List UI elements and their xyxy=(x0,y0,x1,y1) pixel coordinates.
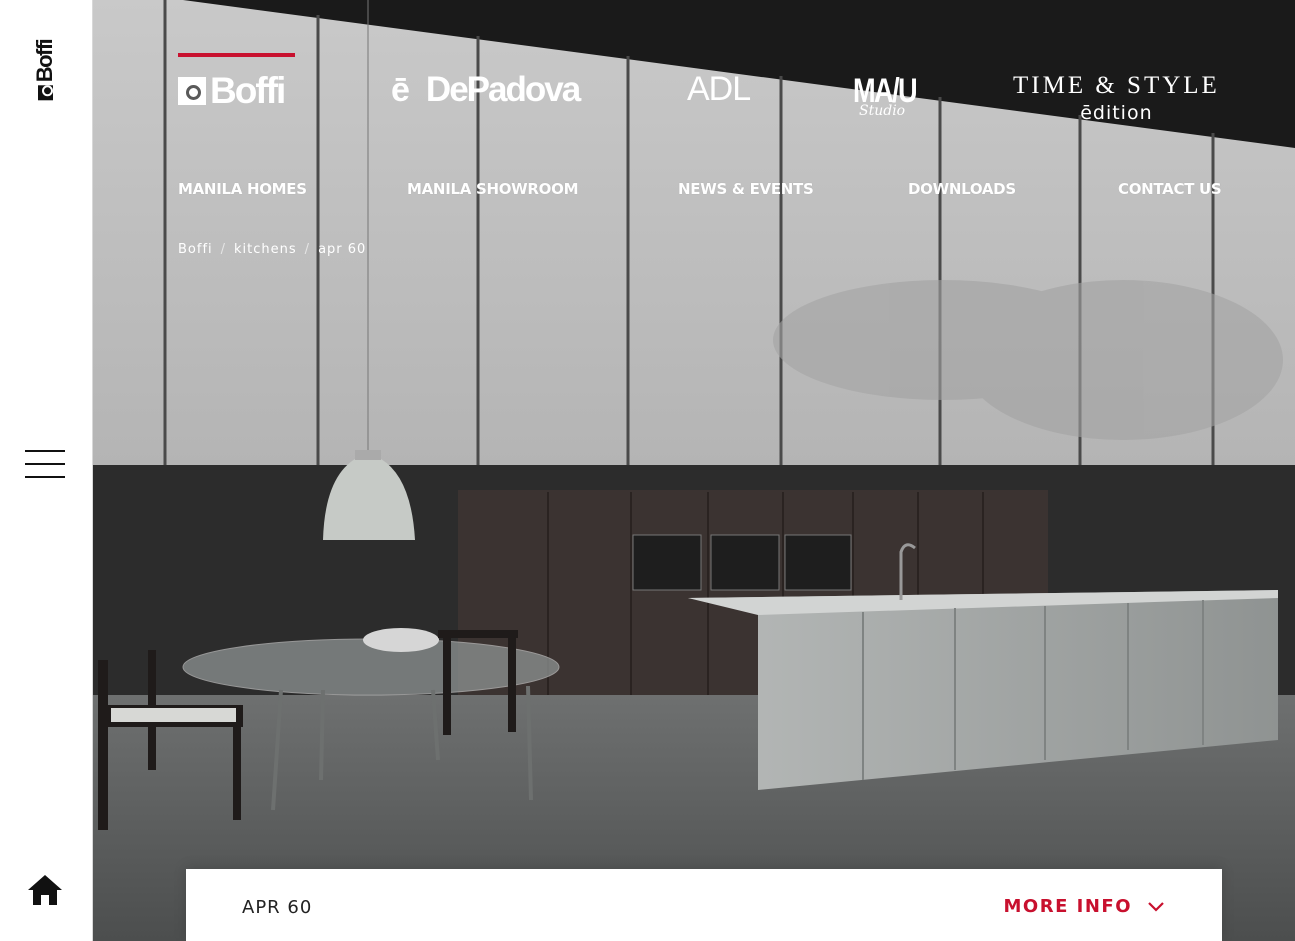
breadcrumb-item-kitchens[interactable]: kitchens xyxy=(234,242,297,257)
brand-adl-label: ADL xyxy=(687,70,751,108)
home-button[interactable] xyxy=(27,873,63,907)
hero-image: Boffi ē DePadova ADL MA/U Studio TIME & … xyxy=(93,0,1295,941)
nav-contact-us[interactable]: CONTACT US xyxy=(1118,180,1222,198)
brand-time-style-label: TIME & STYLE xyxy=(1013,72,1220,99)
product-title: APR 60 xyxy=(242,897,313,918)
brand-adl-link[interactable]: ADL xyxy=(687,70,751,108)
brand-depadova-link[interactable]: ē DePadova xyxy=(391,70,581,109)
hamburger-line xyxy=(25,463,65,465)
home-icon xyxy=(28,875,62,905)
more-info-label: MORE INFO xyxy=(1003,896,1132,917)
kitchen-scene-image xyxy=(93,0,1295,941)
boffi-logo-mark-icon xyxy=(178,76,206,105)
hamburger-line xyxy=(25,450,65,452)
hamburger-menu-button[interactable] xyxy=(25,450,65,478)
breadcrumb-separator: / xyxy=(220,242,227,257)
depadova-logo-mark: ē xyxy=(391,70,410,109)
more-info-button[interactable]: MORE INFO xyxy=(1004,896,1165,917)
brand-mau-link[interactable]: MA/U Studio xyxy=(853,74,932,118)
brand-depadova-label: DePadova xyxy=(425,70,581,109)
brand-mau-label: MA/U xyxy=(853,72,918,110)
product-info-bar: APR 60 MORE INFO xyxy=(186,869,1222,941)
sidebar-logo-text: Boffi xyxy=(32,39,57,83)
active-brand-indicator xyxy=(178,53,295,57)
sidebar-logo[interactable]: Boffi xyxy=(32,39,57,101)
breadcrumb-separator: / xyxy=(304,242,311,257)
chevron-down-icon xyxy=(1148,901,1164,912)
breadcrumb-item-current: apr 60 xyxy=(318,242,367,257)
brand-boffi-label: Boffi xyxy=(210,70,286,111)
brand-boffi-link[interactable]: Boffi xyxy=(178,53,295,109)
breadcrumb: Boffi / kitchens / apr 60 xyxy=(178,242,366,257)
breadcrumb-item-boffi[interactable]: Boffi xyxy=(178,242,213,257)
boffi-logo-mark-icon xyxy=(37,85,53,101)
nav-manila-showroom[interactable]: MANILA SHOWROOM xyxy=(407,180,579,198)
nav-downloads[interactable]: DOWNLOADS xyxy=(908,180,1016,198)
brand-edition-label: ēdition xyxy=(1080,102,1153,124)
nav-news-events[interactable]: NEWS & EVENTS xyxy=(678,180,814,198)
sidebar: Boffi xyxy=(0,0,93,941)
nav-manila-homes[interactable]: MANILA HOMES xyxy=(178,180,307,198)
hamburger-line xyxy=(25,476,65,478)
brand-time-style-link[interactable]: TIME & STYLE ēdition xyxy=(1013,73,1220,123)
